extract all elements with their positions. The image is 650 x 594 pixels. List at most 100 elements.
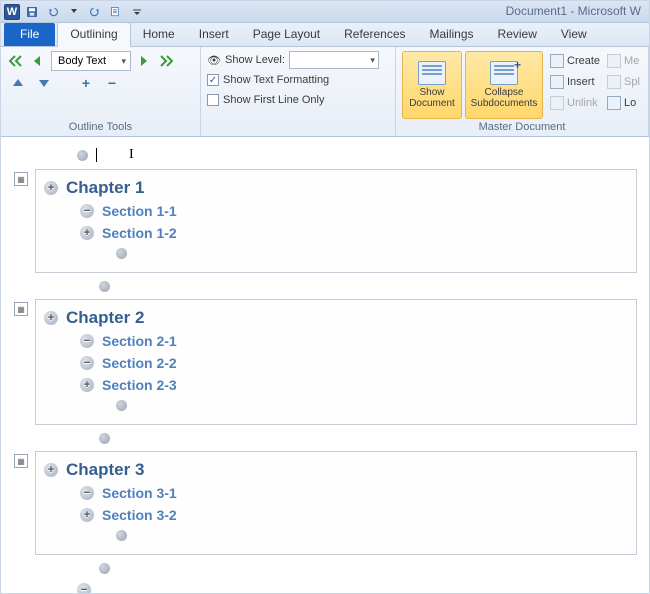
chevron-down-icon: ▾ (121, 56, 126, 67)
merge-subdoc-button[interactable]: Me (607, 51, 640, 71)
chapter-title: Chapter 2 (66, 308, 144, 328)
chapter-heading[interactable]: +Chapter 3 (44, 458, 630, 482)
outline-plus-icon[interactable]: + (44, 311, 58, 325)
show-text-formatting-checkbox[interactable]: ✓ Show Text Formatting (207, 71, 389, 89)
section-title: Section 2-3 (102, 377, 177, 393)
save-button[interactable] (23, 4, 41, 20)
checkbox-checked-icon: ✓ (207, 74, 219, 86)
section-heading[interactable]: −Section 2-1 (44, 330, 630, 352)
tab-references[interactable]: References (332, 23, 417, 46)
section-heading[interactable]: −Section 2-2 (44, 352, 630, 374)
body-text-line[interactable] (35, 559, 637, 577)
ribbon: Body Text ▾ + − Outline Tools (1, 47, 649, 137)
outline-plus-icon[interactable]: + (80, 378, 94, 392)
outline-bullet-icon (99, 433, 110, 444)
subdocument-handle-icon[interactable]: ▦ (14, 172, 28, 186)
group-outline-tools: Body Text ▾ + − Outline Tools (1, 47, 201, 136)
outline-minus-icon[interactable]: − (80, 204, 94, 218)
unlink-icon (550, 96, 564, 110)
section-heading[interactable]: + Section 1-2 (44, 222, 630, 244)
chapter-heading[interactable]: + Chapter 2 (44, 306, 630, 330)
section-heading[interactable]: + Section 3-2 (44, 504, 630, 526)
body-text-line[interactable] (35, 277, 637, 295)
outline-bullet-icon (116, 530, 127, 541)
qat-customize-icon[interactable] (128, 4, 146, 20)
undo-button[interactable] (44, 4, 62, 20)
outline-bullet-icon (99, 563, 110, 574)
show-first-line-checkbox[interactable]: Show First Line Only (207, 91, 389, 109)
move-up-button[interactable] (9, 74, 27, 92)
tab-mailings[interactable]: Mailings (418, 23, 486, 46)
demote-button[interactable] (135, 52, 153, 70)
outline-minus-icon[interactable]: − (80, 486, 94, 500)
quick-access-toolbar: W (1, 4, 146, 20)
app-window: W Document1 - Microsoft W File Outlining… (0, 0, 650, 594)
outline-level-value: Body Text (58, 55, 106, 67)
outline-plus-icon[interactable]: + (80, 508, 94, 522)
document-title: Document1 - Microsoft W (506, 4, 641, 18)
redo-button[interactable] (86, 4, 104, 20)
tab-insert[interactable]: Insert (187, 23, 241, 46)
collapse-icon: + (490, 61, 518, 85)
outline-plus-icon[interactable]: + (44, 463, 58, 477)
chapter-heading[interactable]: +Chapter 1 (44, 176, 630, 200)
split-subdoc-button[interactable]: Spl (607, 72, 640, 92)
collapse-button[interactable]: − (103, 74, 121, 92)
show-level-select[interactable]: ▾ (289, 51, 379, 69)
body-text-line[interactable] (44, 396, 630, 414)
subdocument[interactable]: ▦+Chapter 3−Section 3-1+Section 3-2 (35, 451, 637, 555)
section-title: Section 3-1 (102, 485, 177, 501)
checkbox-unchecked-icon (207, 94, 219, 106)
lock-subdoc-button[interactable]: Lo (607, 93, 640, 113)
chevron-down-icon: ▾ (370, 55, 375, 66)
tab-outlining[interactable]: Outlining (57, 22, 130, 47)
section-heading[interactable]: + Section 2-3 (44, 374, 630, 396)
section-title: Section 1-2 (102, 225, 177, 241)
group-master-document: Show Document + Collapse Subdocuments Cr… (396, 47, 649, 136)
tab-page-layout[interactable]: Page Layout (241, 23, 332, 46)
outline-bullet-icon (116, 248, 127, 259)
collapse-subdocuments-button[interactable]: + Collapse Subdocuments (465, 51, 543, 119)
outline-plus-icon[interactable]: + (80, 226, 94, 240)
outline-plus-icon[interactable]: + (44, 181, 58, 195)
insert-icon (550, 75, 564, 89)
group-label-master-document: Master Document (402, 119, 642, 136)
qat-button[interactable] (107, 4, 125, 20)
outline-minus-icon[interactable]: − (77, 583, 91, 593)
demote-to-body-button[interactable] (157, 52, 175, 70)
insert-subdoc-button[interactable]: Insert (550, 72, 600, 92)
promote-to-heading1-button[interactable] (7, 52, 25, 70)
lock-icon (607, 96, 621, 110)
body-text-line[interactable] (44, 244, 630, 262)
section-heading[interactable]: −Section 1-1 (44, 200, 630, 222)
section-title: Section 2-1 (102, 333, 177, 349)
unlink-subdoc-button[interactable]: Unlink (550, 93, 600, 113)
subdocument[interactable]: ▦+Chapter 2−Section 2-1−Section 2-2+Sect… (35, 299, 637, 425)
body-text-line[interactable] (35, 429, 637, 447)
tab-home[interactable]: Home (131, 23, 187, 46)
section-title: Section 3-2 (102, 507, 177, 523)
text-cursor (96, 148, 97, 162)
section-title: Section 1-1 (102, 203, 177, 219)
subdocument-handle-icon[interactable]: ▦ (14, 302, 28, 316)
tab-file[interactable]: File (4, 23, 55, 46)
show-document-button[interactable]: Show Document (402, 51, 462, 119)
outline-bullet-icon (77, 150, 88, 161)
outline-minus-icon[interactable]: − (80, 334, 94, 348)
tab-view[interactable]: View (549, 23, 599, 46)
outline-minus-icon[interactable]: − (80, 356, 94, 370)
body-text-line[interactable] (44, 526, 630, 544)
move-down-button[interactable] (35, 74, 53, 92)
eye-icon: 👁 (207, 53, 221, 67)
undo-dropdown-icon[interactable] (65, 4, 83, 20)
expand-button[interactable]: + (77, 74, 95, 92)
create-subdoc-button[interactable]: Create (550, 51, 600, 71)
group-label-outline-tools: Outline Tools (7, 119, 194, 136)
tab-review[interactable]: Review (486, 23, 549, 46)
outline-level-select[interactable]: Body Text ▾ (51, 51, 131, 71)
subdocument[interactable]: ▦+Chapter 1−Section 1-1+Section 1-2 (35, 169, 637, 273)
subdocument-handle-icon[interactable]: ▦ (14, 454, 28, 468)
document-area[interactable]: ▦+Chapter 1−Section 1-1+Section 1-2▦+Cha… (1, 137, 649, 593)
promote-button[interactable] (29, 52, 47, 70)
section-heading[interactable]: −Section 3-1 (44, 482, 630, 504)
